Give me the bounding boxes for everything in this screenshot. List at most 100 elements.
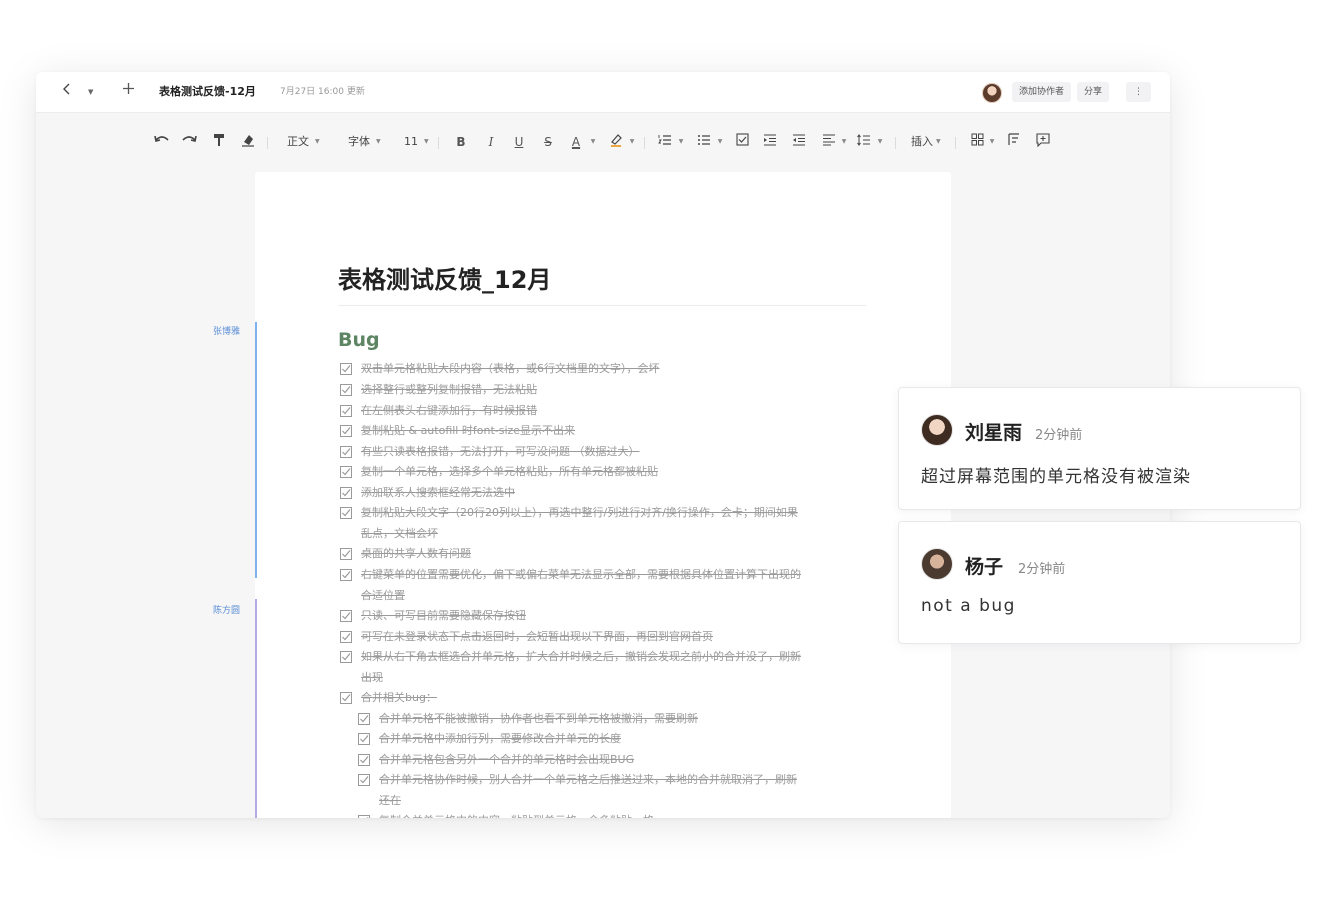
more-menu-icon[interactable]: ⋮ [1126, 82, 1151, 102]
checklist-item-text: 合并单元格不能被撤销，协作者也看不到单元格被撤消，需要刷新 [379, 712, 698, 725]
bullet-list-icon[interactable] [696, 133, 712, 151]
strikethrough-button[interactable]: S [541, 133, 555, 151]
checklist-item-text: 可写在未登录状态下点击返回时，会短暂出现以下界面，再回到官网首页 [361, 630, 713, 643]
checklist-item: 合并单元格协作时候，别人合并一个单元格之后推送过来，本地的合并就取消了，刷新 还在 [358, 770, 878, 807]
checkbox-checked-icon[interactable] [340, 631, 352, 643]
author-tag: 张博雅 [213, 327, 241, 337]
checkbox-checked-icon[interactable] [340, 487, 352, 499]
checkbox-checked-icon[interactable] [340, 363, 352, 375]
toolbar-divider [895, 137, 896, 149]
checkbox-checked-icon[interactable] [340, 548, 352, 560]
outline-icon[interactable] [1006, 133, 1022, 151]
comment-author: 刘星雨 [965, 422, 1023, 444]
new-doc-icon[interactable] [120, 82, 136, 102]
toolbar-divider [438, 137, 439, 149]
checklist-item-text: 合适位置 [361, 589, 405, 602]
insert-menu-label: 插入 [911, 135, 933, 148]
paragraph-style-label: 正文 [287, 135, 309, 148]
checklist-item-text: 桌面的共享人数有问题 [361, 547, 471, 560]
line-spacing-icon[interactable] [856, 133, 872, 151]
ordered-list-icon[interactable] [657, 133, 673, 151]
outdent-icon[interactable] [791, 133, 807, 151]
underline-button[interactable]: U [512, 133, 526, 151]
checkbox-checked-icon[interactable] [340, 446, 352, 458]
comment-card[interactable]: 杨子 2分钟前 not a bug [898, 521, 1301, 644]
checkbox-checked-icon[interactable] [340, 507, 352, 519]
format-painter-icon[interactable] [211, 133, 227, 151]
checklist-item: 复制粘贴 & autofill 时font-size显示不出来 [340, 421, 880, 441]
indent-icon[interactable] [762, 133, 778, 151]
checklist-item: 在左侧表头右键添加行，有时候报错 [340, 401, 880, 421]
checkbox-checked-icon[interactable] [358, 754, 370, 766]
checkbox-checked-icon[interactable] [340, 425, 352, 437]
line-spacing-caret-icon[interactable]: ▼ [876, 133, 884, 151]
avatar[interactable] [982, 83, 1002, 103]
checklist-icon[interactable] [734, 133, 750, 151]
undo-icon[interactable] [153, 133, 171, 151]
checklist-item: 有些只读表格报错，无法打开，可写没问题 （数据过大） [340, 442, 880, 462]
checkbox-checked-icon[interactable] [358, 733, 370, 745]
comment-author: 杨子 [965, 556, 1004, 578]
clear-format-icon[interactable] [240, 133, 256, 151]
checklist-item: 复制一个单元格，选择多个单元格粘贴，所有单元格都被粘贴 [340, 462, 880, 482]
checkbox-checked-icon[interactable] [358, 774, 370, 786]
checkbox-checked-icon[interactable] [358, 815, 370, 818]
avatar [921, 414, 953, 446]
layout-caret-icon[interactable]: ▼ [988, 133, 996, 151]
section-heading: Bug [338, 329, 380, 351]
checklist-item-text: 右键菜单的位置需要优化，偏下或偏右菜单无法显示全部，需要根据具体位置计算下出现的 [361, 568, 801, 581]
checklist-item-text: 选择整行或整列复制报错，无法粘贴 [361, 383, 537, 396]
back-icon[interactable] [58, 82, 74, 102]
font-family-select[interactable]: 字体 ▼ [348, 133, 381, 151]
font-size-label: 11 [404, 135, 418, 148]
checkbox-checked-icon[interactable] [340, 384, 352, 396]
checklist-item: 右键菜单的位置需要优化，偏下或偏右菜单无法显示全部，需要根据具体位置计算下出现的… [340, 565, 880, 602]
checkbox-checked-icon[interactable] [340, 569, 352, 581]
share-button[interactable]: 分享 [1077, 82, 1110, 102]
checklist-item: 添加联系人搜索框经常无法选中 [340, 483, 880, 503]
checklist-item-text: 合并单元格包含另外一个合并的单元格时会出现BUG [379, 753, 635, 766]
checkbox-checked-icon[interactable] [340, 466, 352, 478]
checklist-item-text: 添加联系人搜索框经常无法选中 [361, 486, 515, 499]
checklist-item-text: 复制粘贴 & autofill 时font-size显示不出来 [361, 424, 576, 437]
ordered-list-caret-icon[interactable]: ▼ [677, 133, 685, 151]
checklist-item-text: 在左侧表头右键添加行，有时候报错 [361, 404, 537, 417]
redo-icon[interactable] [180, 133, 198, 151]
checklist-item-text: 如果从右下角去框选合并单元格，扩大合并时候之后，撤销会发现之前小的合并没了，刷新 [361, 650, 801, 663]
checklist-item-text: 复制粘贴大段文字（20行20列以上），再选中整行/列进行对齐/换行操作，会卡；期… [361, 506, 798, 519]
align-caret-icon[interactable]: ▼ [840, 133, 848, 151]
checklist-item: 桌面的共享人数有问题 [340, 544, 880, 564]
checkbox-checked-icon[interactable] [340, 610, 352, 622]
checklist-item: 合并相关bug： [340, 688, 880, 708]
comment-time: 2分钟前 [1018, 562, 1066, 577]
layout-grid-icon[interactable] [969, 133, 985, 151]
checkbox-checked-icon[interactable] [358, 713, 370, 725]
align-icon[interactable] [821, 133, 837, 151]
history-caret-icon[interactable]: ▼ [88, 82, 93, 102]
checkbox-checked-icon[interactable] [340, 651, 352, 663]
add-comment-icon[interactable] [1035, 133, 1051, 151]
toolbar-divider [267, 137, 268, 149]
checklist-item-text: 合并相关bug： [361, 691, 437, 704]
paragraph-style-select[interactable]: 正文 ▼ [287, 133, 320, 151]
add-collaborator-button[interactable]: 添加协作者 [1012, 82, 1072, 102]
italic-button[interactable]: I [484, 133, 498, 151]
checklist-item-text: 复制合并单元格中的内容，粘贴到单元格，会多粘贴一格 [379, 811, 654, 818]
insert-menu[interactable]: 插入 ▼ [911, 133, 941, 151]
font-size-select[interactable]: 11 ▼ [404, 133, 429, 151]
checklist-item-text: 复制一个单元格，选择多个单元格粘贴，所有单元格都被粘贴 [361, 465, 658, 478]
highlight-caret-icon[interactable]: ▼ [628, 133, 636, 151]
highlight-icon[interactable] [608, 133, 624, 151]
font-color-caret-icon[interactable]: ▼ [589, 133, 597, 151]
format-toolbar: 正文 ▼ 字体 ▼ 11 ▼ B I U S A ▼ ▼ ▼ ▼ ▼ ▼ 插入 … [36, 124, 1170, 160]
font-color-button[interactable]: A [569, 133, 583, 151]
checkbox-checked-icon[interactable] [340, 692, 352, 704]
bold-button[interactable]: B [454, 133, 468, 151]
comment-card[interactable]: 刘星雨 2分钟前 超过屏幕范围的单元格没有被渲染 [898, 387, 1301, 510]
bullet-list-caret-icon[interactable]: ▼ [716, 133, 724, 151]
checkbox-checked-icon[interactable] [340, 405, 352, 417]
comment-body: 超过屏幕范围的单元格没有被渲染 [921, 467, 1191, 487]
checklist-item-text: 乱点，文档会坏 [361, 527, 438, 540]
font-family-label: 字体 [348, 135, 370, 148]
toolbar-divider [644, 137, 645, 149]
